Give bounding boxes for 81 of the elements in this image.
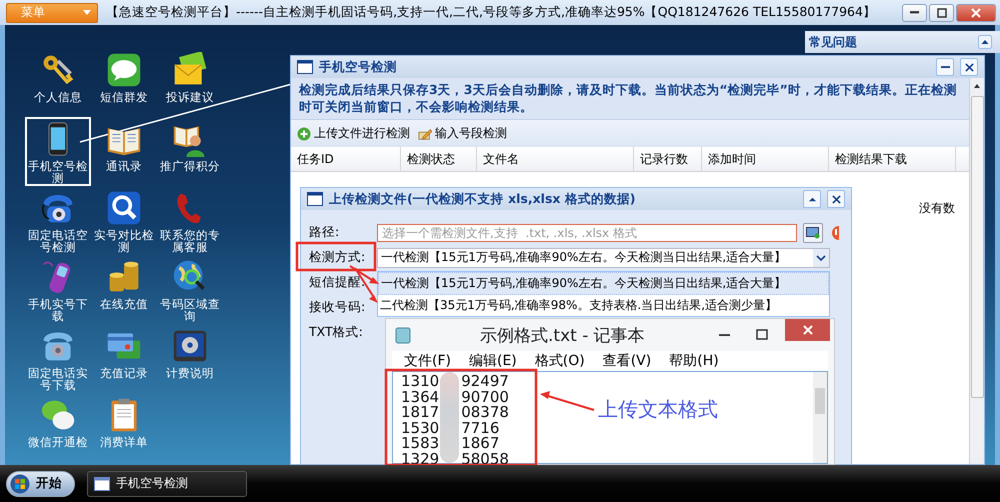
maximize-button[interactable] xyxy=(929,4,954,22)
notepad-icon xyxy=(394,326,412,344)
scrollbar[interactable] xyxy=(969,78,984,464)
close-icon xyxy=(964,62,974,72)
picture-frame-icon xyxy=(806,226,820,238)
empty-message: 没有数 xyxy=(919,200,955,217)
arrow xyxy=(540,391,594,411)
window-title: 手机空号检测 xyxy=(319,58,397,76)
minimize-icon xyxy=(940,66,950,68)
column-header[interactable]: 任务ID xyxy=(291,147,401,171)
maximize-icon xyxy=(936,8,946,18)
field-label: 接收号码: xyxy=(309,299,366,316)
faq-panel-header[interactable]: 常见问题 xyxy=(805,31,1000,53)
collapse-button[interactable] xyxy=(803,190,821,208)
phone-number-start: 1583 xyxy=(401,436,440,452)
phone-number-start: 1817 xyxy=(401,405,440,420)
caret-icon xyxy=(83,10,91,15)
column-header[interactable]: 文件名 xyxy=(477,147,634,171)
column-header[interactable]: 检测状态 xyxy=(401,147,477,171)
phone-number-start: 1329 xyxy=(401,452,440,467)
search-icon xyxy=(106,190,142,226)
phone-number-start: 1310 xyxy=(401,374,440,390)
start-button[interactable]: 开始 xyxy=(6,470,75,496)
dropdown-option[interactable]: 一代检测【15元1万号码,准确率90%左右。今天检测当日出结果,适合大量】 xyxy=(378,272,829,295)
window-icon xyxy=(307,192,323,206)
warning-icon xyxy=(829,226,839,240)
input-range-button[interactable]: 输入号段检测 xyxy=(418,125,507,142)
close-icon xyxy=(971,8,981,18)
close-button[interactable] xyxy=(960,58,978,76)
menu-item[interactable]: 帮助(H) xyxy=(669,352,719,370)
menu-item[interactable]: 查看(V) xyxy=(602,352,652,370)
upload-button[interactable]: 上传文件进行检测 xyxy=(297,125,410,142)
dropdown-option[interactable]: 二代检测【35元1万号码,准确率98%。支持表格.当日出结果,适合测少量】 xyxy=(378,295,829,316)
taskbar-button[interactable]: 手机空号检测 xyxy=(87,470,247,496)
sms-bubble-icon xyxy=(106,52,142,88)
phone-number-end: 7716 xyxy=(461,420,500,436)
phone-number-end: 08378 xyxy=(461,405,509,420)
minimize-button[interactable] xyxy=(902,4,927,22)
field-label: 检测方式: xyxy=(309,249,366,264)
annotation-label: 上传文本格式 xyxy=(598,396,718,423)
close-icon xyxy=(832,194,840,204)
field-label: TXT格式: xyxy=(309,324,364,341)
field-label: 路径: xyxy=(309,224,340,241)
scrollbar[interactable] xyxy=(813,372,827,463)
plus-icon xyxy=(297,126,311,140)
dialog-title: 上传检测文件(一代检测不支持 xls,xlsx 格式的数据) xyxy=(329,190,636,208)
menu-item[interactable]: 格式(O) xyxy=(534,352,585,370)
close-button[interactable] xyxy=(827,190,845,208)
notice-text: 检测完成后结果只保存3天，3天后会自动删除，请及时下载。当前状态为“检测完毕”时，才能下载结果。正在检测时可关闭当前窗口，不会影响检测结果。 xyxy=(291,78,969,120)
maximize-icon xyxy=(756,329,768,341)
minimize-icon xyxy=(718,334,730,336)
minimize-icon xyxy=(910,11,919,14)
gear-icon xyxy=(172,328,208,364)
phone-number-end: 1867 xyxy=(461,436,500,452)
window-icon xyxy=(94,476,110,490)
window-title: 【急速空号检测平台】------自主检测手机固话号码,支持一代,二代,号段等多方式,准确率达95%【QQ181247626 TEL15580177964】 xyxy=(106,4,876,21)
close-icon xyxy=(802,324,814,336)
column-header[interactable]: 记录行数 xyxy=(634,147,702,171)
column-header[interactable]: 检测结果下载 xyxy=(829,147,956,171)
minimize-button[interactable] xyxy=(936,58,954,76)
method-dropdown[interactable]: 一代检测【15元1万号码,准确率90%左右。今天检测当日出结果,适合大量】 xyxy=(377,248,830,268)
menu-item[interactable]: 文件(F) xyxy=(404,352,451,370)
collapse-icon xyxy=(978,35,992,49)
panel-title: 常见问题 xyxy=(809,34,857,50)
close-button[interactable] xyxy=(956,4,996,22)
window-icon xyxy=(297,60,313,74)
scroll-up-icon xyxy=(972,82,982,90)
phone-number-end: 90700 xyxy=(461,390,509,405)
phone-number-end: 92497 xyxy=(461,374,509,390)
close-button[interactable] xyxy=(785,319,830,341)
window-title: 示例格式.txt - 记事本 xyxy=(480,324,645,346)
pencil-icon xyxy=(418,126,432,140)
desktop-icon[interactable]: 手机空号检测 xyxy=(25,117,91,186)
phone-number-start: 1364 xyxy=(401,390,440,405)
file-path-field[interactable]: 选择一个需检测文件,支持 .txt, .xls, .xlsx 格式 xyxy=(377,224,797,242)
browse-button[interactable] xyxy=(803,222,823,242)
menu-item[interactable]: 编辑(E) xyxy=(468,352,517,370)
windows-logo-icon xyxy=(10,474,30,494)
column-header[interactable]: 添加时间 xyxy=(702,147,829,171)
phone-number-end: 58058 xyxy=(461,452,509,467)
phone-number-start: 1530 xyxy=(401,420,440,436)
